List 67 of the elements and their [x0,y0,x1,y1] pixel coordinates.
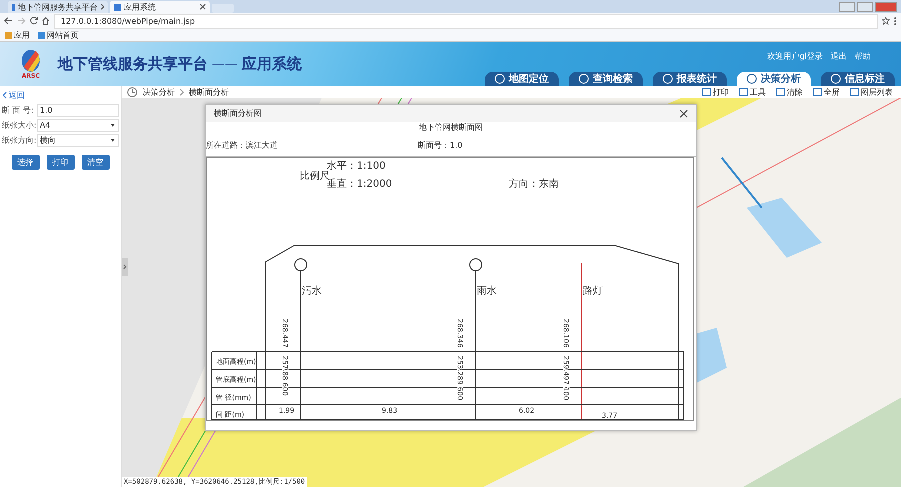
reload-icon[interactable] [30,17,38,25]
clock-icon [127,86,138,98]
caret-icon [111,139,115,144]
app-title: 地下管线服务共享平台 [58,54,208,74]
action-button[interactable]: 选择 [12,155,40,170]
chart-heading: 地下管网横断面图 [418,122,484,134]
logo-icon [20,48,42,72]
vertical-scale: 垂直：1:2000 [327,179,392,190]
scale-label: 比例尺 [300,171,330,182]
apps-icon [5,32,12,38]
circle-icon [663,74,673,84]
tool-icon [776,88,785,96]
road-label: 所在道路：滨江大道 [206,140,278,150]
browser-tab[interactable]: 地下管网服务共享平台 [8,1,108,13]
toolbar-button[interactable]: 图层列表 [850,86,893,98]
address-field[interactable]: 127.0.0.1:8080/webPipe/main.jsp [54,14,878,28]
home-icon[interactable] [42,17,50,25]
pipe-label: 路灯 [583,286,603,297]
circle-icon [495,74,505,84]
pipe-label: 污水 [302,286,322,297]
page-icon [12,4,16,10]
breadcrumb-link[interactable]: 横断面分析 [189,86,229,98]
browser-tab[interactable]: 应用系统 [110,1,210,13]
toolbar-button[interactable]: 全屏 [813,86,840,98]
breadcrumb-link[interactable]: 决策分析 [143,86,175,98]
nav-tab[interactable]: 信息标注 [821,72,895,86]
tool-icon [813,88,822,96]
select-field[interactable]: A4 [37,119,119,132]
toolbar-button[interactable]: 清除 [776,86,803,98]
field-label: 断 面 号: [2,105,35,116]
title-dash: —— [212,56,238,72]
nav-tab[interactable]: 地图定位 [485,72,559,86]
circle-icon [831,74,841,84]
back-link[interactable]: 返回 [9,90,25,100]
star-icon[interactable] [882,17,890,25]
chevron-icon [3,92,7,98]
pipe-label: 雨水 [477,286,497,297]
dialog-title: 横断面分析图 [214,108,262,119]
field-label: 纸张大小: [2,120,36,131]
nav-tab[interactable]: 查询检索 [569,72,643,86]
nav-tab[interactable]: 报表统计 [653,72,727,86]
expand-handle[interactable] [122,258,128,276]
circle-icon [579,74,589,84]
chevron-icon [180,88,184,96]
tool-icon [702,88,711,96]
select-field[interactable]: 横向 [37,134,119,147]
action-button[interactable]: 清空 [82,155,110,170]
direction-label: 方向：东南 [509,179,559,190]
page-icon [114,4,121,10]
input-field[interactable]: 1.0 [37,104,119,117]
tool-icon [850,88,859,96]
bookmark[interactable]: 应用 [5,30,30,40]
circle-icon [747,74,757,84]
nav-tab[interactable]: 决策分析 [737,72,811,86]
action-button[interactable]: 打印 [46,155,74,170]
app-subtitle: 应用系统 [242,54,302,74]
toolbar-button[interactable]: 打印 [702,86,729,98]
section-label: 断面号：1.0 [418,140,463,150]
toolbar-button[interactable]: 工具 [739,86,766,98]
caret-icon [111,124,115,129]
tool-icon [739,88,748,96]
horizontal-scale: 水平：1:100 [327,161,386,172]
page-icon [38,32,45,38]
back-icon[interactable] [4,17,13,25]
bookmark[interactable]: 网站首页 [38,30,79,40]
menu-icon[interactable] [894,16,897,26]
field-label: 纸张方向: [2,135,36,146]
